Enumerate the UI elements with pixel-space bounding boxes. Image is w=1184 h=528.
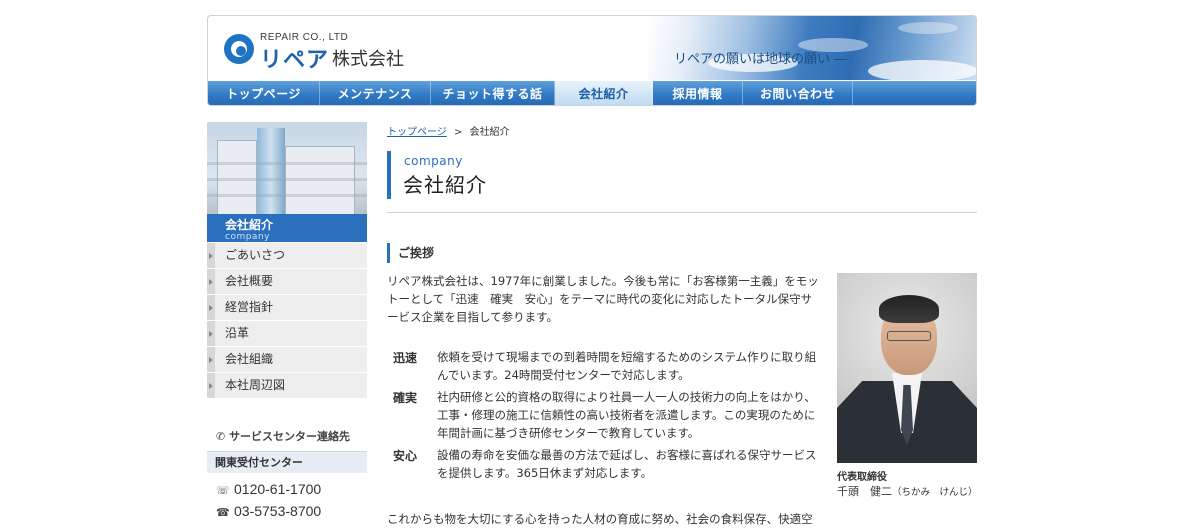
page-title-ja: 会社紹介 bbox=[403, 173, 487, 197]
sidebar-item-organization[interactable]: 会社組織 bbox=[207, 347, 367, 373]
president-photo bbox=[837, 273, 977, 463]
sidebar-menu: ごあいさつ 会社概要 経営指針 沿革 会社組織 本社周辺図 bbox=[207, 243, 367, 399]
president-role: 代表取締役 bbox=[837, 472, 887, 483]
nav-item-company[interactable]: 会社紹介 bbox=[555, 81, 653, 105]
closing-text: これからも物を大切にする心を持った人材の育成に努め、社会の食料保存、快適空 bbox=[387, 512, 813, 526]
sidebar-item-map[interactable]: 本社周辺図 bbox=[207, 373, 367, 399]
value-row: 迅速 依頼を受けて現場までの到着時間を短縮するためのシステム作りに取り組んでいま… bbox=[387, 348, 819, 384]
value-row: 確実 社内研修と公的資格の取得により社員一人一人の技術力の向上をはかり、工事・修… bbox=[387, 388, 819, 442]
logo-icon[interactable] bbox=[224, 34, 254, 64]
value-desc: 社内研修と公的資格の取得により社員一人一人の技術力の向上をはかり、工事・修理の施… bbox=[437, 390, 816, 440]
sidebar-item-overview[interactable]: 会社概要 bbox=[207, 269, 367, 295]
free-dial-icon: ☏ bbox=[216, 485, 230, 497]
breadcrumb: トップページ > 会社紹介 bbox=[387, 123, 510, 138]
breadcrumb-home-link[interactable]: トップページ bbox=[387, 127, 447, 138]
value-desc: 設備の寿命を安価な最善の方法で延ばし、お客様に喜ばれる保守サービスを提供します。… bbox=[437, 448, 817, 480]
service-center-title: ✆ サービスセンター連絡先 bbox=[216, 430, 351, 443]
sidebar-item-history[interactable]: 沿革 bbox=[207, 321, 367, 347]
logo-company: 株式会社 bbox=[332, 49, 404, 70]
nav-item-tips[interactable]: チョット得する話 bbox=[431, 81, 555, 105]
nav-item-recruit[interactable]: 採用情報 bbox=[653, 81, 743, 105]
telephone-icon: ☎ bbox=[216, 507, 230, 519]
sidebar-item-greeting[interactable]: ごあいさつ bbox=[207, 243, 367, 269]
value-row: 安心 設備の寿命を安価な最善の方法で延ばし、お客様に喜ばれる保守サービスを提供し… bbox=[387, 446, 819, 482]
building-photo bbox=[207, 122, 367, 214]
phone-free-dial[interactable]: ☏ 0120-61-1700 bbox=[216, 481, 321, 497]
header-banner: REPAIR CO., LTD リペア 株式会社 リペアの願いは地球の願い ― bbox=[208, 16, 976, 82]
service-region: 関東受付センター bbox=[207, 451, 367, 473]
value-key: 安心 bbox=[392, 449, 417, 463]
logo-brand[interactable]: リペア bbox=[260, 42, 329, 74]
page-title: company 会社紹介 bbox=[387, 151, 977, 213]
title-accent-bar bbox=[387, 151, 391, 199]
values-table: 迅速 依頼を受けて現場までの到着時間を短縮するためのシステム作りに取り組んでいま… bbox=[387, 348, 819, 486]
value-desc: 依頼を受けて現場までの到着時間を短縮するためのシステム作りに取り組んでいます。2… bbox=[437, 350, 817, 382]
value-key: 迅速 bbox=[392, 351, 417, 365]
president-name: 千頭 健二（ちかみ けんじ） bbox=[837, 485, 978, 498]
value-key: 確実 bbox=[392, 391, 417, 405]
nav-item-maintenance[interactable]: メンテナンス bbox=[320, 81, 431, 105]
global-nav: トップページ メンテナンス チョット得する話 会社紹介 採用情報 お問い合わせ bbox=[208, 81, 976, 105]
breadcrumb-current: 会社紹介 bbox=[469, 127, 510, 138]
sidebar-heading: 会社紹介 company bbox=[207, 214, 367, 242]
nav-item-contact[interactable]: お問い合わせ bbox=[743, 81, 853, 105]
sidebar-heading-ja: 会社紹介 bbox=[225, 218, 274, 232]
nav-item-top[interactable]: トップページ bbox=[208, 81, 320, 105]
sidebar-item-policy[interactable]: 経営指針 bbox=[207, 295, 367, 321]
page-title-en: company bbox=[404, 154, 463, 168]
site-header: REPAIR CO., LTD リペア 株式会社 リペアの願いは地球の願い ― … bbox=[207, 15, 977, 106]
sidebar-heading-en: company bbox=[225, 232, 270, 242]
breadcrumb-separator: > bbox=[454, 127, 463, 138]
section-heading: ご挨拶 bbox=[387, 243, 434, 263]
phone-main[interactable]: ☎ 03-5753-8700 bbox=[216, 503, 321, 519]
president-reading: （ちかみ けんじ） bbox=[892, 487, 978, 498]
intro-text: リペア株式会社は、1977年に創業しました。今後も常に「お客様第一主義」をモット… bbox=[387, 274, 819, 324]
phone-handset-icon: ✆ bbox=[216, 430, 226, 443]
tagline: リペアの願いは地球の願い ― bbox=[674, 52, 848, 67]
